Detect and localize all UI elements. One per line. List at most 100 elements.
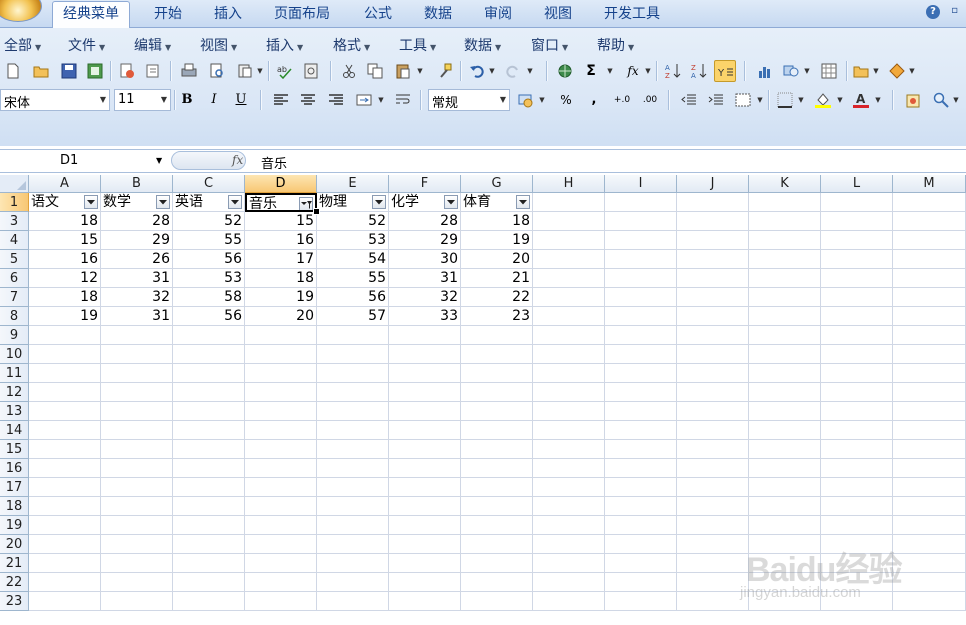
filter-dropdown-icon[interactable] — [372, 195, 386, 209]
cell-e23[interactable] — [317, 592, 389, 611]
cell-d22[interactable] — [245, 573, 317, 592]
email-icon[interactable] — [116, 60, 138, 82]
select-all-corner[interactable] — [0, 175, 29, 193]
cell-m1[interactable] — [893, 193, 966, 212]
tab-view[interactable]: 视图 — [544, 4, 572, 26]
cell-l13[interactable] — [821, 402, 893, 421]
cell-k4[interactable] — [749, 231, 821, 250]
drawing-icon[interactable] — [780, 60, 802, 82]
cell-c21[interactable] — [173, 554, 245, 573]
cell-g11[interactable] — [461, 364, 533, 383]
cell-e17[interactable] — [317, 478, 389, 497]
cell-g1[interactable]: 体育 — [461, 193, 533, 212]
cell-l23[interactable] — [821, 592, 893, 611]
menu-insert[interactable]: 插入 ▼ — [266, 37, 303, 55]
hyperlink-globe-icon[interactable] — [554, 60, 576, 82]
paste-icon[interactable] — [392, 60, 414, 82]
cell-c13[interactable] — [173, 402, 245, 421]
cell-g19[interactable] — [461, 516, 533, 535]
cell-j8[interactable] — [677, 307, 749, 326]
cell-k18[interactable] — [749, 497, 821, 516]
cell-c10[interactable] — [173, 345, 245, 364]
cell-c7[interactable]: 58 — [173, 288, 245, 307]
cell-f15[interactable] — [389, 440, 461, 459]
cell-h15[interactable] — [533, 440, 605, 459]
number-format-select[interactable]: 常规 ▼ — [428, 89, 510, 111]
cell-j9[interactable] — [677, 326, 749, 345]
cell-a5[interactable]: 16 — [29, 250, 101, 269]
clipboard-art-icon[interactable] — [902, 89, 924, 111]
cell-e12[interactable] — [317, 383, 389, 402]
open-folder-icon[interactable] — [30, 60, 52, 82]
cell-k3[interactable] — [749, 212, 821, 231]
row-header-7[interactable]: 7 — [0, 288, 29, 307]
row-header-13[interactable]: 13 — [0, 402, 29, 421]
cell-j21[interactable] — [677, 554, 749, 573]
cell-c20[interactable] — [173, 535, 245, 554]
insert-function-icon[interactable]: fx — [622, 60, 644, 82]
cell-e10[interactable] — [317, 345, 389, 364]
cell-k21[interactable] — [749, 554, 821, 573]
chevron-down-icon[interactable]: ▼ — [538, 89, 546, 111]
cell-h6[interactable] — [533, 269, 605, 288]
cell-b17[interactable] — [101, 478, 173, 497]
cell-i3[interactable] — [605, 212, 677, 231]
menu-help[interactable]: 帮助 ▼ — [597, 37, 634, 55]
chevron-down-icon[interactable]: ▼ — [156, 156, 162, 165]
cell-m5[interactable] — [893, 250, 966, 269]
row-header-16[interactable]: 16 — [0, 459, 29, 478]
cell-c22[interactable] — [173, 573, 245, 592]
merge-center-icon[interactable] — [353, 89, 375, 111]
cell-d10[interactable] — [245, 345, 317, 364]
cell-k14[interactable] — [749, 421, 821, 440]
cell-g3[interactable]: 18 — [461, 212, 533, 231]
cell-b7[interactable]: 32 — [101, 288, 173, 307]
cell-k9[interactable] — [749, 326, 821, 345]
cell-c15[interactable] — [173, 440, 245, 459]
row-header-1[interactable]: 1 — [0, 193, 29, 212]
cell-f13[interactable] — [389, 402, 461, 421]
cell-b10[interactable] — [101, 345, 173, 364]
cell-l14[interactable] — [821, 421, 893, 440]
align-center-icon[interactable] — [297, 89, 319, 111]
cell-d23[interactable] — [245, 592, 317, 611]
cell-a16[interactable] — [29, 459, 101, 478]
cell-a7[interactable]: 18 — [29, 288, 101, 307]
cell-c9[interactable] — [173, 326, 245, 345]
row-header-5[interactable]: 5 — [0, 250, 29, 269]
cell-d6[interactable]: 18 — [245, 269, 317, 288]
cell-k6[interactable] — [749, 269, 821, 288]
row-header-19[interactable]: 19 — [0, 516, 29, 535]
cell-i13[interactable] — [605, 402, 677, 421]
chevron-down-icon[interactable]: ▼ — [256, 60, 264, 82]
cell-b22[interactable] — [101, 573, 173, 592]
cell-f23[interactable] — [389, 592, 461, 611]
cell-c1[interactable]: 英语 — [173, 193, 245, 212]
copy-icon[interactable] — [364, 60, 386, 82]
chevron-down-icon[interactable]: ▼ — [908, 60, 916, 82]
cell-j7[interactable] — [677, 288, 749, 307]
tab-developer[interactable]: 开发工具 — [604, 4, 660, 26]
gridlines-icon[interactable] — [818, 60, 840, 82]
cell-i23[interactable] — [605, 592, 677, 611]
cell-c3[interactable]: 52 — [173, 212, 245, 231]
cell-a8[interactable]: 19 — [29, 307, 101, 326]
cell-j11[interactable] — [677, 364, 749, 383]
cell-f1[interactable]: 化学 — [389, 193, 461, 212]
cell-i12[interactable] — [605, 383, 677, 402]
cell-j12[interactable] — [677, 383, 749, 402]
cell-c11[interactable] — [173, 364, 245, 383]
chevron-down-icon[interactable]: ▼ — [416, 60, 424, 82]
cell-c8[interactable]: 56 — [173, 307, 245, 326]
permission-icon[interactable] — [84, 60, 106, 82]
column-header-d[interactable]: D — [245, 175, 317, 193]
menu-format[interactable]: 格式 ▼ — [333, 37, 370, 55]
column-header-e[interactable]: E — [317, 175, 389, 193]
new-document-icon[interactable] — [2, 60, 24, 82]
currency-icon[interactable] — [515, 89, 537, 111]
cell-e15[interactable] — [317, 440, 389, 459]
cell-m21[interactable] — [893, 554, 966, 573]
cell-i10[interactable] — [605, 345, 677, 364]
cell-g12[interactable] — [461, 383, 533, 402]
column-header-l[interactable]: L — [821, 175, 893, 193]
